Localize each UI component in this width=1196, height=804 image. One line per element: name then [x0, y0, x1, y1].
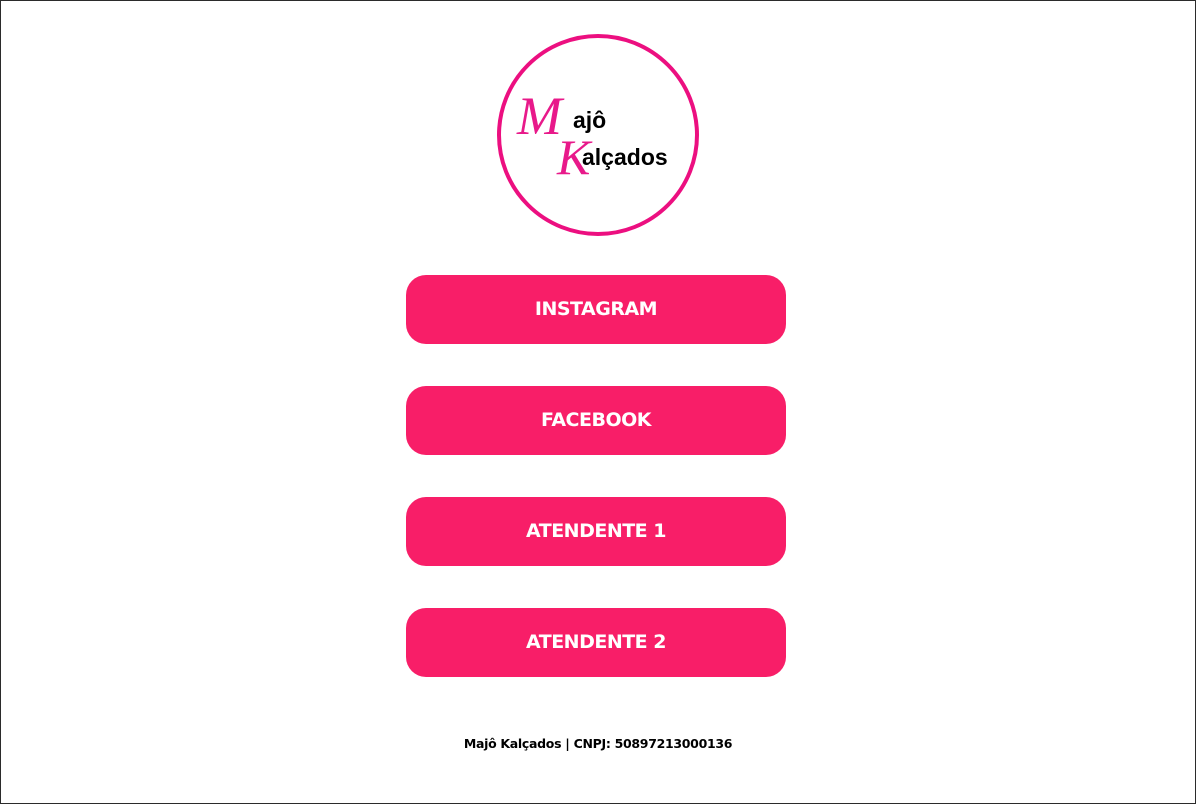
link-buttons: INSTAGRAM FACEBOOK ATENDENTE 1 ATENDENTE…	[406, 275, 786, 719]
brand-logo-graphic: M ajô K alçados	[516, 86, 668, 185]
footer-text: Majô Kalçados | CNPJ: 50897213000136	[463, 736, 733, 751]
logo-word-alcados: alçados	[582, 144, 668, 170]
atendente-2-button[interactable]: ATENDENTE 2	[406, 608, 786, 677]
brand-logo: M ajô K alçados	[497, 34, 699, 236]
atendente-1-button[interactable]: ATENDENTE 1	[406, 497, 786, 566]
instagram-button[interactable]: INSTAGRAM	[406, 275, 786, 344]
facebook-button[interactable]: FACEBOOK	[406, 386, 786, 455]
